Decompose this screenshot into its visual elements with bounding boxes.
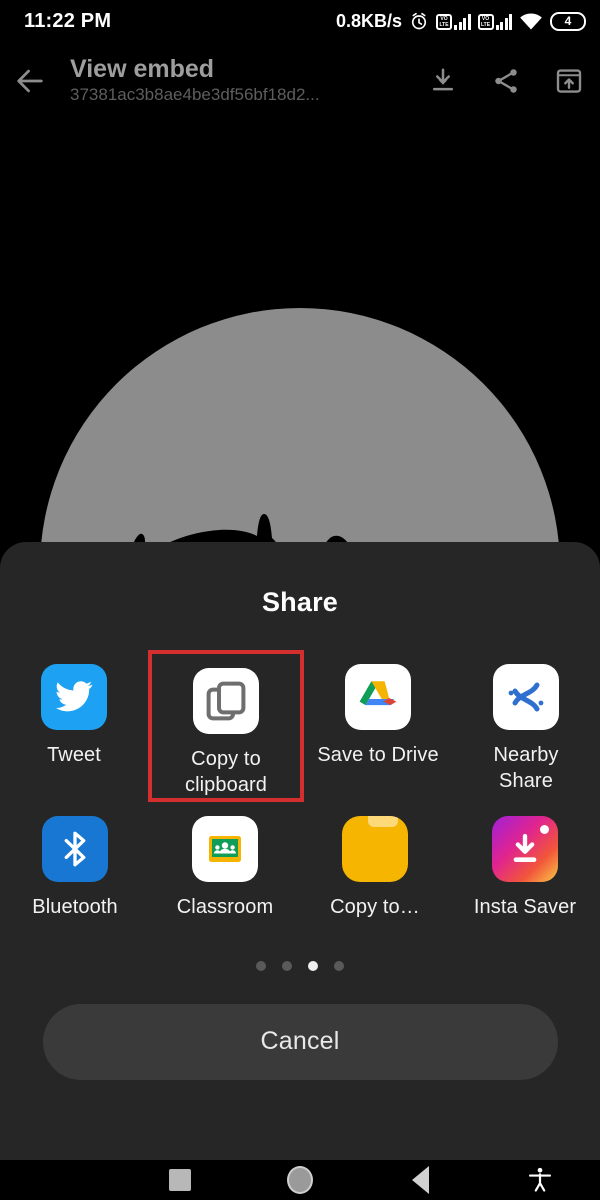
nearby-share-icon bbox=[493, 664, 559, 730]
status-icons: 0.8KB/s VO LTE VO LTE 4 bbox=[336, 11, 586, 32]
nav-back-button[interactable] bbox=[360, 1166, 480, 1194]
twitter-bird-icon bbox=[41, 664, 107, 730]
share-target-tweet[interactable]: Tweet bbox=[0, 650, 148, 802]
share-sheet-pager[interactable] bbox=[0, 960, 600, 971]
pager-dot[interactable] bbox=[334, 960, 344, 971]
download-icon bbox=[432, 68, 453, 91]
toolbar-title-block: View embed 37381ac3b8ae4be3df56bf18d2... bbox=[70, 55, 411, 106]
open-in-new-icon bbox=[556, 69, 581, 93]
status-time: 11:22 PM bbox=[24, 9, 112, 32]
phone-screen: 11:22 PM 0.8KB/s VO LTE VO LTE 4 View em… bbox=[0, 0, 600, 1200]
battery-indicator: 4 bbox=[550, 11, 586, 31]
app-toolbar: View embed 37381ac3b8ae4be3df56bf18d2... bbox=[0, 42, 600, 120]
pager-dot-active[interactable] bbox=[308, 960, 318, 971]
share-target-save-to-drive[interactable]: Save to Drive bbox=[304, 650, 452, 802]
share-target-label: Copy to… bbox=[330, 896, 420, 919]
sim2-signal: VO LTE bbox=[477, 13, 512, 30]
cancel-button[interactable]: Cancel bbox=[42, 1003, 558, 1080]
share-target-label: Save to Drive bbox=[317, 744, 439, 766]
circle-home-icon bbox=[287, 1166, 313, 1194]
volte-badge-sim1: VO LTE bbox=[436, 13, 452, 30]
share-target-nearby-share[interactable]: Nearby Share bbox=[452, 650, 600, 802]
share-target-label: Insta Saver bbox=[473, 896, 577, 919]
share-row: Tweet Copy to clipboard Save to Drive Ne… bbox=[0, 650, 600, 803]
pager-dot[interactable] bbox=[282, 960, 292, 971]
folder-tab-shape bbox=[368, 816, 398, 828]
network-speed-label: 0.8KB/s bbox=[335, 10, 402, 31]
share-target-copy-to[interactable]: Copy to… bbox=[300, 802, 450, 921]
status-bar: 11:22 PM 0.8KB/s VO LTE VO LTE 4 bbox=[0, 0, 600, 42]
accessibility-icon bbox=[528, 1167, 552, 1192]
toolbar-download-button[interactable] bbox=[411, 66, 474, 96]
wifi-icon bbox=[520, 13, 542, 29]
insta-saver-dot bbox=[540, 825, 549, 835]
google-classroom-icon bbox=[192, 816, 258, 883]
pager-dot[interactable] bbox=[256, 960, 266, 971]
copy-clipboard-icon bbox=[193, 668, 259, 734]
share-bottom-sheet: Share Tweet Copy to clipboard Save to Dr… bbox=[0, 542, 600, 1160]
share-target-label: Copy to clipboard bbox=[184, 748, 268, 796]
toolbar-open-external-button[interactable] bbox=[537, 66, 600, 96]
battery-level-label: 4 bbox=[564, 14, 572, 28]
share-target-copy-to-clipboard[interactable]: Copy to clipboard bbox=[148, 650, 304, 803]
nav-accessibility-button[interactable] bbox=[480, 1166, 600, 1194]
share-target-classroom[interactable]: Classroom bbox=[150, 802, 300, 921]
insta-saver-icon bbox=[492, 816, 558, 883]
volte-badge-sim2: VO LTE bbox=[477, 13, 494, 30]
signal-bars-sim2 bbox=[495, 13, 512, 30]
folder-icon bbox=[342, 816, 408, 883]
nav-home-button[interactable] bbox=[240, 1166, 360, 1194]
page-subtitle: 37381ac3b8ae4be3df56bf18d2... bbox=[70, 85, 320, 105]
sim1-signal: VO LTE bbox=[436, 13, 471, 30]
share-target-insta-saver[interactable]: Insta Saver bbox=[450, 802, 600, 921]
system-navigation-bar bbox=[0, 1160, 600, 1200]
arrow-left-icon bbox=[17, 69, 43, 93]
share-sheet-title: Share bbox=[261, 587, 339, 617]
toolbar-share-button[interactable] bbox=[474, 66, 537, 96]
page-title: View embed bbox=[70, 55, 215, 84]
google-drive-icon bbox=[345, 664, 411, 730]
share-targets-grid: Tweet Copy to clipboard Save to Drive Ne… bbox=[0, 650, 600, 921]
share-target-label: Nearby Share bbox=[493, 744, 559, 792]
square-recents-icon bbox=[169, 1169, 191, 1191]
share-row: Bluetooth Classroom Copy to… Insta Saver bbox=[0, 802, 600, 921]
signal-bars-sim1 bbox=[454, 13, 471, 30]
share-target-label: Bluetooth bbox=[32, 896, 118, 919]
share-icon bbox=[494, 69, 517, 93]
alarm-clock-icon bbox=[411, 12, 427, 30]
share-target-label: Classroom bbox=[176, 896, 274, 919]
toolbar-back-button[interactable] bbox=[0, 64, 60, 98]
bluetooth-icon bbox=[42, 816, 108, 883]
triangle-back-icon bbox=[411, 1166, 429, 1194]
nav-recents-button[interactable] bbox=[120, 1169, 240, 1191]
share-target-label: Tweet bbox=[47, 744, 101, 766]
share-target-bluetooth[interactable]: Bluetooth bbox=[0, 802, 150, 921]
